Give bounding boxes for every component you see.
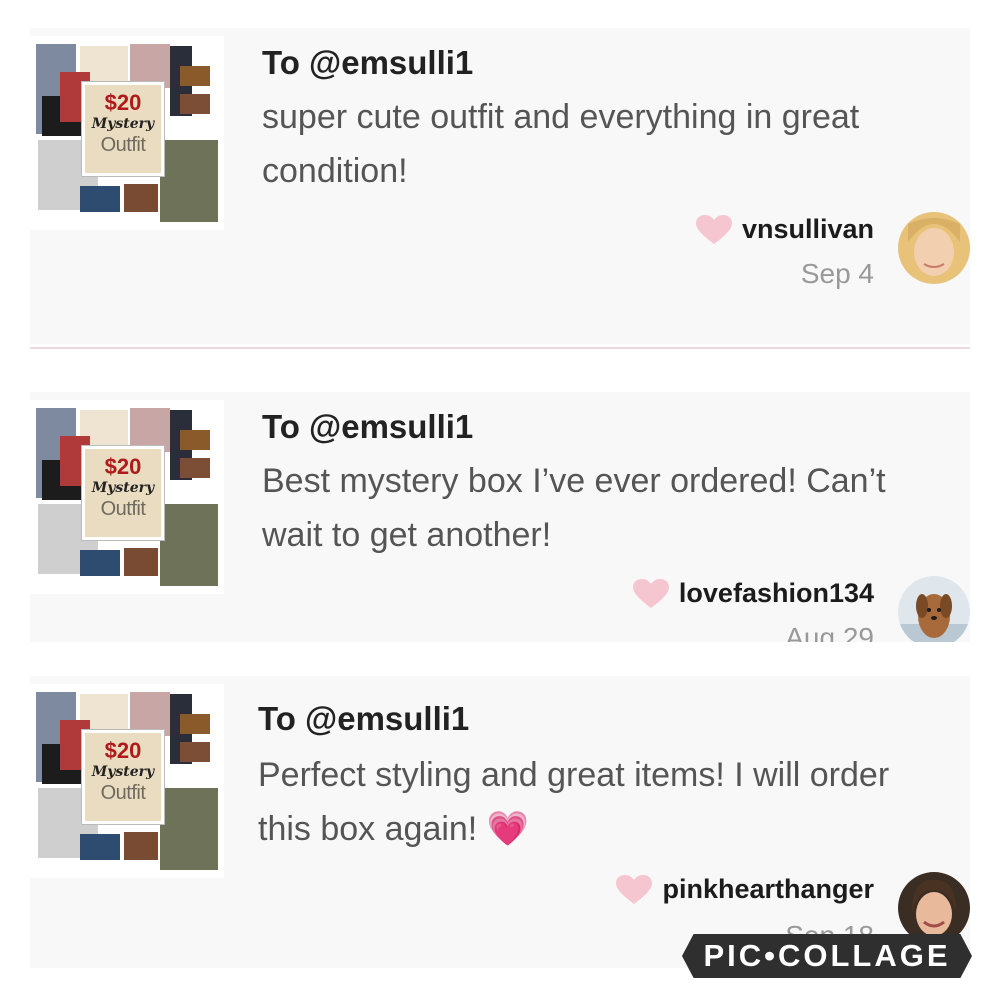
review-message: Perfect styling and great items! I will …: [258, 756, 890, 848]
price-tag-label: $20 Mystery Outfit: [82, 730, 164, 824]
listing-thumbnail[interactable]: $20 Mystery Outfit: [30, 36, 224, 230]
review-date: Sep 4: [800, 258, 874, 289]
avatar[interactable]: [898, 872, 970, 944]
author-username[interactable]: vnsullivan: [742, 214, 874, 245]
heart-icon: [695, 214, 732, 244]
heart-icon: [632, 578, 669, 608]
mystery-text: Mystery: [91, 116, 155, 132]
mystery-text: Mystery: [91, 480, 155, 496]
price-text: $20: [104, 454, 142, 479]
review-date: Aug 29: [785, 622, 874, 642]
review-author[interactable]: vnsullivan: [695, 214, 874, 245]
recipient-label: To @emsulli1: [262, 408, 474, 445]
price-tag-label: $20 Mystery Outfit: [82, 446, 164, 540]
price-text: $20: [104, 738, 142, 763]
outfit-text: Outfit: [100, 498, 146, 520]
recipient-label: To @emsulli1: [258, 700, 470, 737]
price-tag-label: $20 Mystery Outfit: [82, 82, 164, 176]
review-message: Best mystery box I’ve ever ordered! Can’…: [262, 462, 886, 554]
recipient-label: To @emsulli1: [262, 44, 474, 81]
author-username[interactable]: lovefashion134: [679, 578, 874, 609]
outfit-text: Outfit: [100, 782, 146, 804]
avatar[interactable]: [898, 212, 970, 284]
review-card: $20 Mystery Outfit To @emsulli1 super cu…: [30, 28, 970, 344]
review-card: $20 Mystery Outfit To @emsulli1 Best mys…: [30, 392, 970, 642]
pic-collage-watermark: PIC•COLLAGE: [682, 934, 972, 978]
avatar[interactable]: [898, 576, 970, 642]
heart-icon: [616, 874, 653, 904]
outfit-text: Outfit: [100, 134, 146, 156]
review-author[interactable]: pinkhearthanger: [616, 874, 874, 905]
mystery-text: Mystery: [91, 764, 155, 780]
listing-thumbnail[interactable]: $20 Mystery Outfit: [30, 400, 224, 594]
review-message: super cute outfit and everything in grea…: [262, 98, 860, 190]
review-card: $20 Mystery Outfit To @emsulli1 Perfect …: [30, 676, 970, 968]
author-username[interactable]: pinkhearthanger: [662, 874, 874, 905]
price-text: $20: [104, 90, 142, 115]
listing-thumbnail[interactable]: $20 Mystery Outfit: [30, 684, 224, 878]
divider: [30, 347, 970, 349]
review-author[interactable]: lovefashion134: [632, 578, 874, 609]
